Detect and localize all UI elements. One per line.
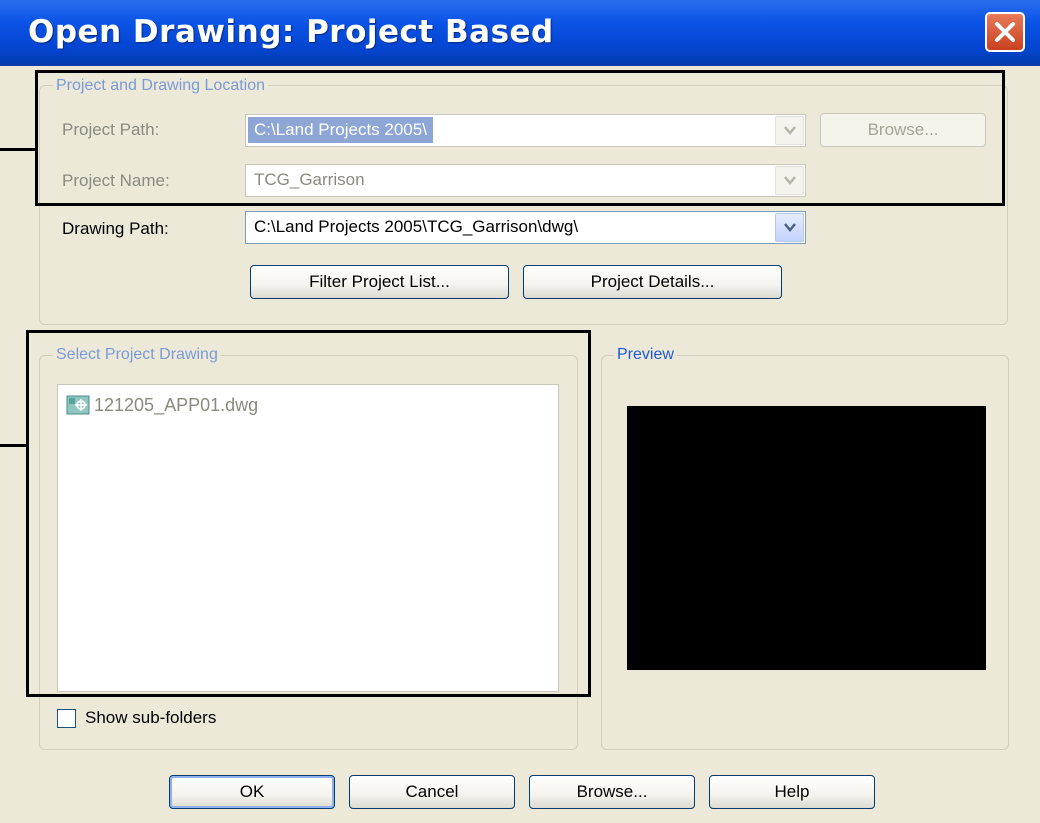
cancel-button[interactable]: Cancel xyxy=(349,775,515,809)
browse-button[interactable]: Browse... xyxy=(529,775,695,809)
help-button[interactable]: Help xyxy=(709,775,875,809)
drawing-path-value: C:\Land Projects 2005\TCG_Garrison\dwg\ xyxy=(254,217,579,236)
close-icon xyxy=(995,22,1015,42)
drawing-path-label: Drawing Path: xyxy=(62,219,169,238)
preview-image xyxy=(627,406,986,670)
close-button[interactable] xyxy=(985,12,1025,52)
ok-button[interactable]: OK xyxy=(169,775,335,809)
title-bar[interactable]: Open Drawing: Project Based xyxy=(0,0,1040,66)
select-drawing-callout-leader xyxy=(0,444,28,447)
drawing-path-combo[interactable]: C:\Land Projects 2005\TCG_Garrison\dwg\ xyxy=(245,211,806,244)
preview-legend: Preview xyxy=(614,346,677,364)
show-subfolders-label: Show sub-folders xyxy=(85,708,217,727)
location-callout-leader xyxy=(0,148,37,151)
project-details-button[interactable]: Project Details... xyxy=(523,265,782,299)
filter-project-list-button[interactable]: Filter Project List... xyxy=(250,265,509,299)
chevron-down-icon xyxy=(784,223,796,232)
window-title: Open Drawing: Project Based xyxy=(28,14,554,50)
show-subfolders-checkbox[interactable] xyxy=(57,709,76,728)
drawing-path-dropdown-arrow[interactable] xyxy=(775,213,804,242)
select-drawing-callout-frame xyxy=(26,330,591,697)
location-callout-frame xyxy=(35,70,1005,206)
